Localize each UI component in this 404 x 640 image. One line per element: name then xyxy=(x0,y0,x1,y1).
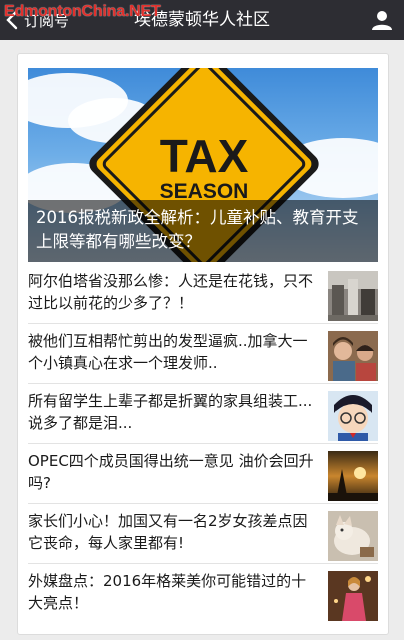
article-title: 阿尔伯塔省没那么惨：人还是在花钱，只不过比以前花的少多了？！ xyxy=(28,272,314,312)
article-title: 所有留学生上辈子都是折翼的家具组装工...说多了都是泪... xyxy=(28,392,313,432)
article-title: 外媒盘点：2016年格莱美你可能错过的十大亮点！ xyxy=(28,572,307,612)
list-item[interactable]: 家长们小心！加国又有一名2岁女孩差点因它丧命，每人家里都有! xyxy=(28,504,378,564)
article-title: OPEC四个成员国得出统一意见 油价会回升吗? xyxy=(28,452,314,492)
list-item[interactable]: 外媒盘点：2016年格莱美你可能错过的十大亮点！ xyxy=(28,564,378,623)
people-photo-icon xyxy=(328,331,378,381)
cartoon-boy-photo-icon xyxy=(328,391,378,441)
article-title: 家长们小心！加国又有一名2岁女孩差点因它丧命，每人家里都有! xyxy=(28,512,308,552)
hero-article[interactable]: TAX SEASON 2016报税新政全解析：儿童补贴、教育开支上限等都有哪些改… xyxy=(28,68,378,262)
list-item[interactable]: 被他们互相帮忙剪出的发型逼疯..加拿大一个小镇真心在求一个理发师.. xyxy=(28,324,378,384)
city-street-photo-icon xyxy=(328,271,378,321)
article-title: 被他们互相帮忙剪出的发型逼疯..加拿大一个小镇真心在求一个理发师.. xyxy=(28,332,308,372)
profile-icon[interactable] xyxy=(370,8,394,32)
sunset-oil-photo-icon xyxy=(328,451,378,501)
pet-photo-icon xyxy=(328,511,378,561)
list-item[interactable]: 阿尔伯塔省没那么惨：人还是在花钱，只不过比以前花的少多了？！ xyxy=(28,264,378,324)
stage-performer-photo-icon xyxy=(328,571,378,621)
article-card: TAX SEASON 2016报税新政全解析：儿童补贴、教育开支上限等都有哪些改… xyxy=(17,53,389,635)
article-list: 阿尔伯塔省没那么惨：人还是在花钱，只不过比以前花的少多了？！ 被他们互相帮忙剪出… xyxy=(28,264,378,623)
list-item[interactable]: 所有留学生上辈子都是折翼的家具组装工...说多了都是泪... xyxy=(28,384,378,444)
list-item[interactable]: OPEC四个成员国得出统一意见 油价会回升吗? xyxy=(28,444,378,504)
watermark: EdmontonChina.NET xyxy=(4,3,161,20)
nav-bar: 订阅号 埃德蒙顿华人社区 EdmontonChina.NET xyxy=(0,0,404,40)
hero-caption: 2016报税新政全解析：儿童补贴、教育开支上限等都有哪些改变？ xyxy=(28,200,378,262)
sign-line1: TAX xyxy=(160,130,249,182)
